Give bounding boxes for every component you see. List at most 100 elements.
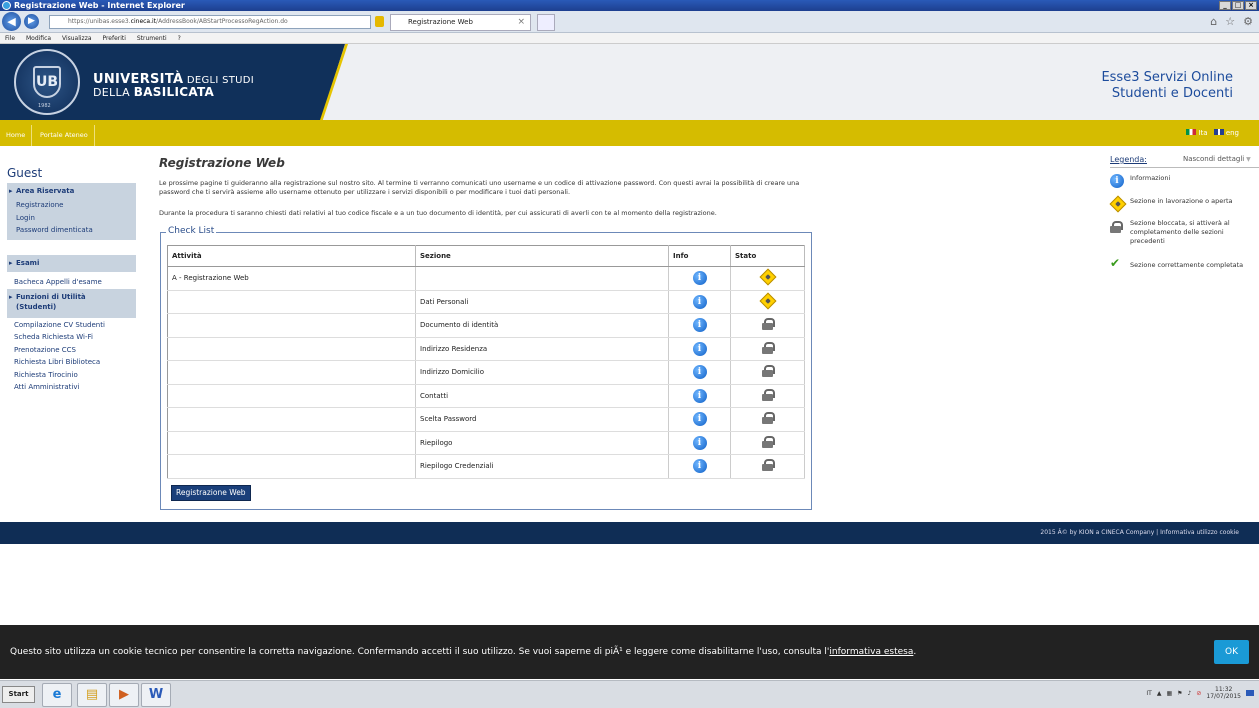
minimize-button[interactable]: _ xyxy=(1219,1,1231,10)
nav-home[interactable]: Home xyxy=(0,125,33,146)
open-section-icon xyxy=(759,292,776,310)
tab-title: Registrazione Web xyxy=(408,18,473,26)
funzioni-line1: Funzioni di Utilità xyxy=(16,293,86,301)
sidebar-item-prenotazione-ccs[interactable]: Prenotazione CCS xyxy=(14,346,76,356)
nav-portale-ateneo[interactable]: Portale Ateneo xyxy=(34,125,95,146)
tray-security-icon[interactable]: ⊘ xyxy=(1196,690,1201,697)
browser-menubar: File Modifica Visualizza Preferiti Strum… xyxy=(0,33,1259,44)
menu-help[interactable]: ? xyxy=(178,35,181,42)
lock-icon xyxy=(762,412,775,425)
cell-attivita xyxy=(167,290,416,314)
cookie-banner: Questo sito utilizza un cookie tecnico p… xyxy=(0,625,1259,679)
table-row: Riepilogo Credenziali i xyxy=(167,454,805,479)
menu-preferiti[interactable]: Preferiti xyxy=(102,35,126,42)
sidebar-item-wifi[interactable]: Scheda Richiesta Wi-Fi xyxy=(14,333,93,343)
lock-icon[interactable] xyxy=(375,16,384,27)
sidebar-guest-title: Guest xyxy=(7,166,43,180)
sidebar-item-registrazione[interactable]: Registrazione xyxy=(16,200,63,210)
tray-clock[interactable]: 11:32 17/07/2015 xyxy=(1206,686,1241,700)
cell-sezione: Documento di identità xyxy=(415,313,669,338)
close-button[interactable]: × xyxy=(1245,1,1257,10)
back-button[interactable]: ◀ xyxy=(2,12,21,31)
system-tray: IT ▲ ▦ ⚑ ♪ ⊘ 11:32 17/07/2015 xyxy=(1146,686,1254,700)
info-icon[interactable]: i xyxy=(692,341,707,356)
cell-stato xyxy=(730,337,805,361)
home-icon[interactable]: ⌂ xyxy=(1210,15,1217,28)
info-icon[interactable]: i xyxy=(692,459,707,474)
cell-sezione: Contatti xyxy=(415,384,669,408)
forward-button[interactable]: ▶ xyxy=(24,14,39,29)
cell-stato xyxy=(730,431,805,455)
info-icon[interactable]: i xyxy=(692,435,707,450)
cell-attivita xyxy=(167,384,416,408)
sidebar-item-bacheca-appelli[interactable]: Bacheca Appelli d'esame xyxy=(14,277,102,287)
cookie-policy-link[interactable]: informativa estesa xyxy=(829,647,913,657)
lang-eng[interactable]: eng xyxy=(1213,129,1239,137)
url-path: /AddressBook/ABStartProcessoRegAction.do xyxy=(156,18,288,25)
address-bar[interactable]: https://unibas.esse3.cineca.it/AddressBo… xyxy=(49,15,371,29)
window-title-bar: Registrazione Web - Internet Explorer _ … xyxy=(0,0,1259,11)
cookie-text-end: . xyxy=(913,647,917,657)
open-section-icon xyxy=(1109,195,1127,213)
menu-strumenti[interactable]: Strumenti xyxy=(137,35,167,42)
header-brand-panel: UB 1982 UNIVERSITÀ DEGLI STUDI DELLA BAS… xyxy=(0,44,345,120)
language-switch: Ita eng xyxy=(1186,129,1239,137)
site-header: UB 1982 UNIVERSITÀ DEGLI STUDI DELLA BAS… xyxy=(0,44,1259,120)
favorites-icon[interactable]: ☆ xyxy=(1225,15,1235,28)
menu-visualizza[interactable]: Visualizza xyxy=(62,35,92,42)
table-row: A - Registrazione Web i xyxy=(167,266,805,291)
cell-attivita xyxy=(167,454,416,479)
start-button[interactable]: Start xyxy=(2,686,35,703)
show-desktop-button[interactable] xyxy=(1246,690,1254,696)
sidebar-item-libri-biblioteca[interactable]: Richiesta Libri Biblioteca xyxy=(14,358,100,368)
taskbar-media-icon[interactable]: ▶ xyxy=(109,683,139,707)
cell-info: i xyxy=(668,290,731,314)
sidebar-item-atti-amministrativi[interactable]: Atti Amministrativi xyxy=(14,383,79,393)
cell-sezione xyxy=(415,266,669,291)
browser-navbar: ◀ ▶ https://unibas.esse3.cineca.it/Addre… xyxy=(0,11,1259,33)
tray-up-arrow-icon[interactable]: ▲ xyxy=(1157,690,1162,697)
info-icon[interactable]: i xyxy=(692,271,707,286)
info-icon[interactable]: i xyxy=(692,294,707,309)
registrazione-web-button[interactable]: Registrazione Web xyxy=(171,485,251,501)
sidebar-esami[interactable]: Esami xyxy=(7,255,136,272)
sidebar-item-password-dimenticata[interactable]: Password dimenticata xyxy=(16,225,93,235)
top-navigation: Home Portale Ateneo Ita eng xyxy=(0,120,1259,146)
page-title: Registrazione Web xyxy=(159,156,285,170)
table-row: Dati Personali i xyxy=(167,290,805,314)
menu-modifica[interactable]: Modifica xyxy=(26,35,51,42)
maximize-button[interactable]: □ xyxy=(1232,1,1244,10)
lock-icon xyxy=(762,318,775,331)
tray-language[interactable]: IT xyxy=(1146,690,1151,697)
cell-attivita xyxy=(167,407,416,432)
tab-registrazione-web[interactable]: Registrazione Web × xyxy=(390,14,531,31)
menu-file[interactable]: File xyxy=(5,35,15,42)
tray-network-icon[interactable]: ▦ xyxy=(1166,690,1172,697)
sidebar-item-login[interactable]: Login xyxy=(16,213,35,223)
info-icon[interactable]: i xyxy=(692,388,707,403)
lang-ita[interactable]: Ita xyxy=(1186,129,1208,137)
new-tab-button[interactable] xyxy=(537,14,555,31)
tray-flag-icon[interactable]: ⚑ xyxy=(1177,690,1182,697)
uk-flag-icon xyxy=(1213,129,1224,135)
tray-volume-icon[interactable]: ♪ xyxy=(1188,690,1192,697)
sidebar-area-riservata[interactable]: Area Riservata xyxy=(7,183,136,199)
sidebar-item-cv-studenti[interactable]: Compilazione CV Studenti xyxy=(14,321,105,331)
info-icon: i xyxy=(1110,174,1124,188)
cookie-ok-button[interactable]: OK xyxy=(1214,640,1249,664)
info-icon[interactable]: i xyxy=(692,365,707,380)
cell-attivita xyxy=(167,431,416,455)
hide-details-link[interactable]: Nascondi dettagli xyxy=(1183,155,1251,163)
taskbar-explorer-icon[interactable]: ▤ xyxy=(77,683,107,707)
gear-icon[interactable]: ⚙ xyxy=(1243,15,1253,28)
close-tab-icon[interactable]: × xyxy=(517,15,525,30)
info-icon[interactable]: i xyxy=(692,412,707,427)
legend-divider xyxy=(1110,167,1259,168)
info-icon[interactable]: i xyxy=(692,318,707,333)
sidebar-item-tirocinio[interactable]: Richiesta Tirocinio xyxy=(14,371,78,381)
university-name-line2: DELLA BASILICATA xyxy=(93,85,215,99)
university-seal-logo[interactable]: UB 1982 xyxy=(14,49,80,115)
taskbar-word-icon[interactable]: W xyxy=(141,683,171,707)
sidebar-funzioni-utilita[interactable]: Funzioni di Utilità (Studenti) xyxy=(7,289,136,318)
taskbar-ie-icon[interactable]: e xyxy=(42,683,72,707)
